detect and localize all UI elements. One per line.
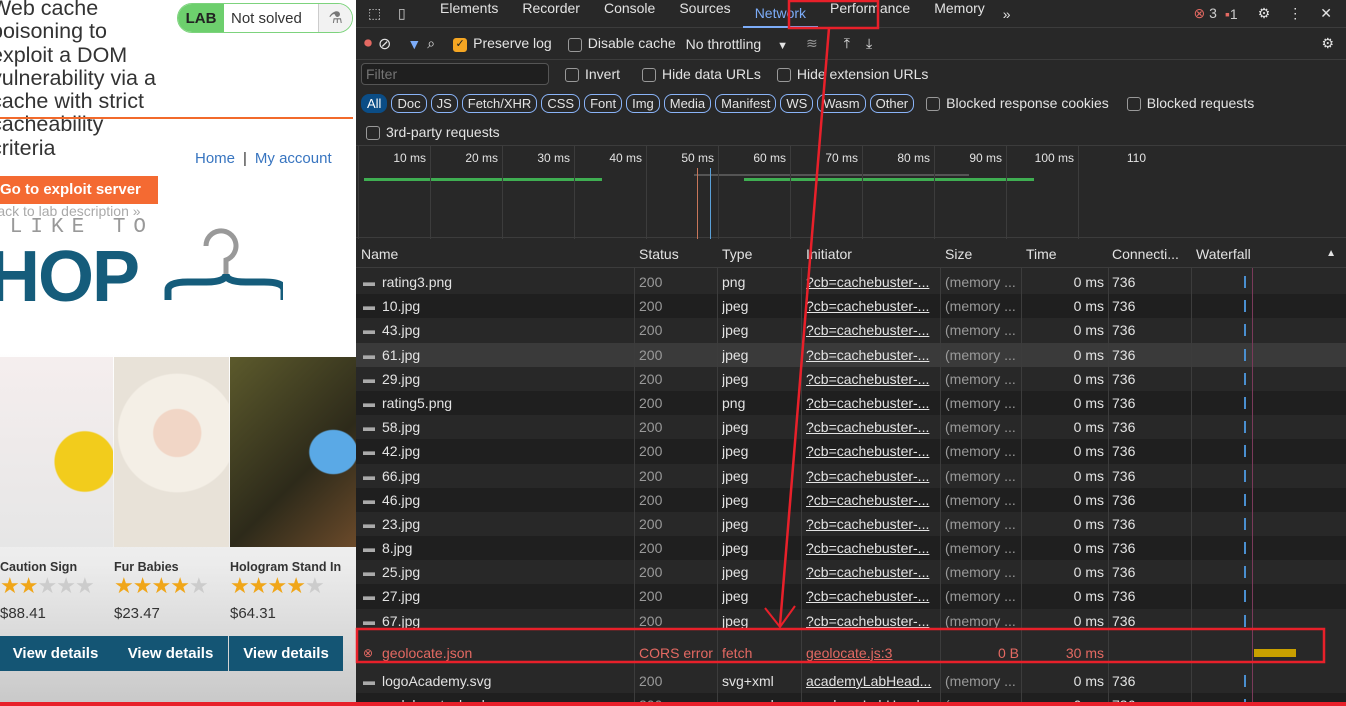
red-annotation: [0, 0, 1346, 706]
